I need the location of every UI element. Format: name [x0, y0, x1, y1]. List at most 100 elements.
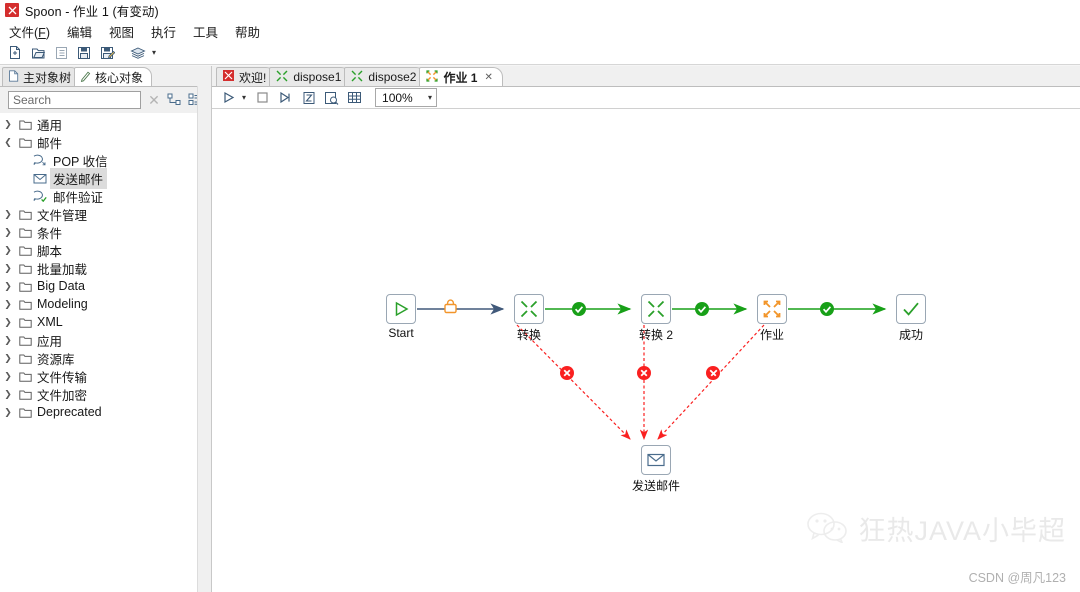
tab-dispose1[interactable]: dispose1 — [269, 67, 352, 86]
chevron-down-icon[interactable]: ▾ — [428, 93, 432, 102]
core-objects-tree[interactable]: ❯ 通用 ❮ 邮件 POP 收信 发送邮件 邮件验证 ❯ 文件管理 ❯ 条件 ❯… — [0, 113, 211, 592]
menu-help[interactable]: 帮助 — [233, 21, 262, 42]
document-icon — [8, 69, 19, 85]
folder-icon — [16, 227, 34, 238]
chevron-right-icon[interactable]: ❯ — [0, 119, 16, 130]
tree-item-file-encrypt[interactable]: ❯ 文件加密 — [0, 385, 211, 403]
chevron-right-icon[interactable]: ❯ — [0, 209, 16, 220]
canvas-node-send-mail[interactable]: 发送邮件 — [632, 445, 680, 493]
canvas-node-label: 作业 — [759, 328, 785, 342]
tree-item-script[interactable]: ❯ 脚本 — [0, 241, 211, 259]
workbench-body: 主对象树 核心对象 Search ✕ ❯ 通用 ❮ 邮件 POP 收信 发送邮件… — [0, 66, 1080, 592]
canvas-node-label: 发送邮件 — [631, 479, 681, 493]
canvas-node-start[interactable]: Start — [386, 294, 416, 340]
error-x-icon — [637, 366, 651, 380]
new-file-icon[interactable] — [5, 43, 25, 62]
job-icon — [757, 294, 787, 324]
search-input[interactable]: Search — [8, 91, 141, 109]
canvas-node-transform[interactable]: 转换 — [514, 294, 544, 342]
save-as-icon[interactable] — [97, 43, 117, 62]
explorer-icon[interactable] — [51, 43, 71, 62]
lock-icon — [444, 299, 457, 314]
pencil-icon — [80, 70, 91, 85]
tab-label: dispose2 — [368, 70, 417, 84]
tab-label: 欢迎! — [239, 70, 267, 85]
grid-button[interactable] — [344, 88, 365, 107]
folder-icon — [16, 389, 34, 400]
tree-item-bulk-load[interactable]: ❯ 批量加载 — [0, 259, 211, 277]
expand-tree-icon[interactable] — [167, 93, 182, 107]
chevron-right-icon[interactable]: ❯ — [0, 317, 16, 328]
tree-item-pop-receive[interactable]: POP 收信 — [0, 151, 211, 169]
save-icon[interactable] — [74, 43, 94, 62]
transform-icon — [514, 294, 544, 324]
chevron-right-icon[interactable]: ❯ — [0, 335, 16, 346]
preview-button[interactable] — [321, 88, 342, 107]
tree-item-application[interactable]: ❯ 应用 — [0, 331, 211, 349]
tree-item-repository[interactable]: ❯ 资源库 — [0, 349, 211, 367]
transform-icon — [351, 70, 363, 85]
tree-item-label: 邮件 — [37, 136, 63, 151]
folder-icon — [16, 281, 34, 292]
zoom-select[interactable]: 100% ▾ — [375, 88, 438, 107]
tree-item-send-mail[interactable]: 发送邮件 — [0, 167, 211, 189]
chevron-right-icon[interactable]: ❯ — [0, 407, 16, 418]
canvas-node-transform-2[interactable]: 转换 2 — [639, 294, 673, 342]
folder-icon — [16, 209, 34, 220]
menu-bar: 文件(F) 编辑 视图 执行 工具 帮助 — [0, 21, 1080, 41]
tab-dispose2[interactable]: dispose2 — [344, 67, 427, 86]
chevron-right-icon[interactable]: ❯ — [0, 371, 16, 382]
mail-verify-icon — [30, 190, 50, 202]
chevron-right-icon[interactable]: ❯ — [0, 299, 16, 310]
canvas-node-job[interactable]: 作业 — [757, 294, 787, 342]
folder-icon — [16, 335, 34, 346]
tree-item-mail-verify[interactable]: 邮件验证 — [0, 187, 211, 205]
tab-welcome[interactable]: 欢迎! — [216, 67, 277, 86]
tree-item-tongyong[interactable]: ❯ 通用 — [0, 115, 211, 133]
menu-edit[interactable]: 编辑 — [65, 21, 94, 42]
stop-button[interactable] — [252, 88, 273, 107]
layers-icon[interactable] — [128, 43, 148, 62]
close-icon[interactable]: ✕ — [484, 72, 492, 83]
chevron-down-icon[interactable]: ❮ — [0, 137, 16, 148]
tree-item-label: 应用 — [37, 334, 63, 349]
menu-view[interactable]: 视图 — [107, 21, 136, 42]
chevron-right-icon[interactable]: ❯ — [0, 245, 16, 256]
main-toolbar: ▾ — [0, 41, 1080, 65]
pause-button[interactable] — [275, 88, 296, 107]
tree-item-modeling[interactable]: ❯ Modeling — [0, 295, 211, 313]
tree-item-xml[interactable]: ❯ XML — [0, 313, 211, 331]
folder-icon — [16, 119, 34, 130]
tree-item-youjian[interactable]: ❮ 邮件 — [0, 133, 211, 151]
chevron-right-icon[interactable]: ❯ — [0, 227, 16, 238]
tree-item-deprecated[interactable]: ❯ Deprecated — [0, 403, 211, 421]
tree-item-file-manage[interactable]: ❯ 文件管理 — [0, 205, 211, 223]
run-dropdown-caret[interactable]: ▾ — [241, 93, 250, 102]
chevron-right-icon[interactable]: ❯ — [0, 263, 16, 274]
menu-file[interactable]: 文件(F) — [7, 21, 52, 42]
clear-x-icon[interactable]: ✕ — [147, 92, 161, 109]
tree-item-label: 通用 — [37, 118, 63, 133]
chevron-right-icon[interactable]: ❯ — [0, 281, 16, 292]
sidebar-vertical-scrollbar[interactable] — [197, 86, 211, 592]
chevron-right-icon[interactable]: ❯ — [0, 389, 16, 400]
sidebar-tab-main-object-tree[interactable]: 主对象树 — [2, 67, 81, 86]
menu-tools[interactable]: 工具 — [191, 21, 220, 42]
tree-item-file-transfer[interactable]: ❯ 文件传输 — [0, 367, 211, 385]
chevron-right-icon[interactable]: ❯ — [0, 353, 16, 364]
layers-dropdown-caret[interactable]: ▾ — [151, 48, 160, 57]
tab-label: 作业 1 — [443, 70, 478, 85]
menu-run[interactable]: 执行 — [149, 21, 178, 42]
canvas-node-label: Start — [388, 326, 414, 340]
folder-icon — [16, 371, 34, 382]
sidebar-tab-core-objects[interactable]: 核心对象 — [74, 67, 153, 86]
tree-item-condition[interactable]: ❯ 条件 — [0, 223, 211, 241]
open-file-icon[interactable] — [28, 43, 48, 62]
tree-item-big-data[interactable]: ❯ Big Data — [0, 277, 211, 295]
run-button[interactable] — [218, 88, 239, 107]
tree-item-label: 文件传输 — [37, 370, 88, 385]
job-canvas[interactable]: Start 转换 转换 2 作业 成功 发送邮件 狂热JAVA小毕超 CSDN … — [212, 109, 1080, 592]
canvas-node-success[interactable]: 成功 — [896, 294, 926, 342]
debug-button[interactable] — [298, 88, 319, 107]
tab-job-1[interactable]: 作业 1 ✕ — [419, 67, 503, 86]
